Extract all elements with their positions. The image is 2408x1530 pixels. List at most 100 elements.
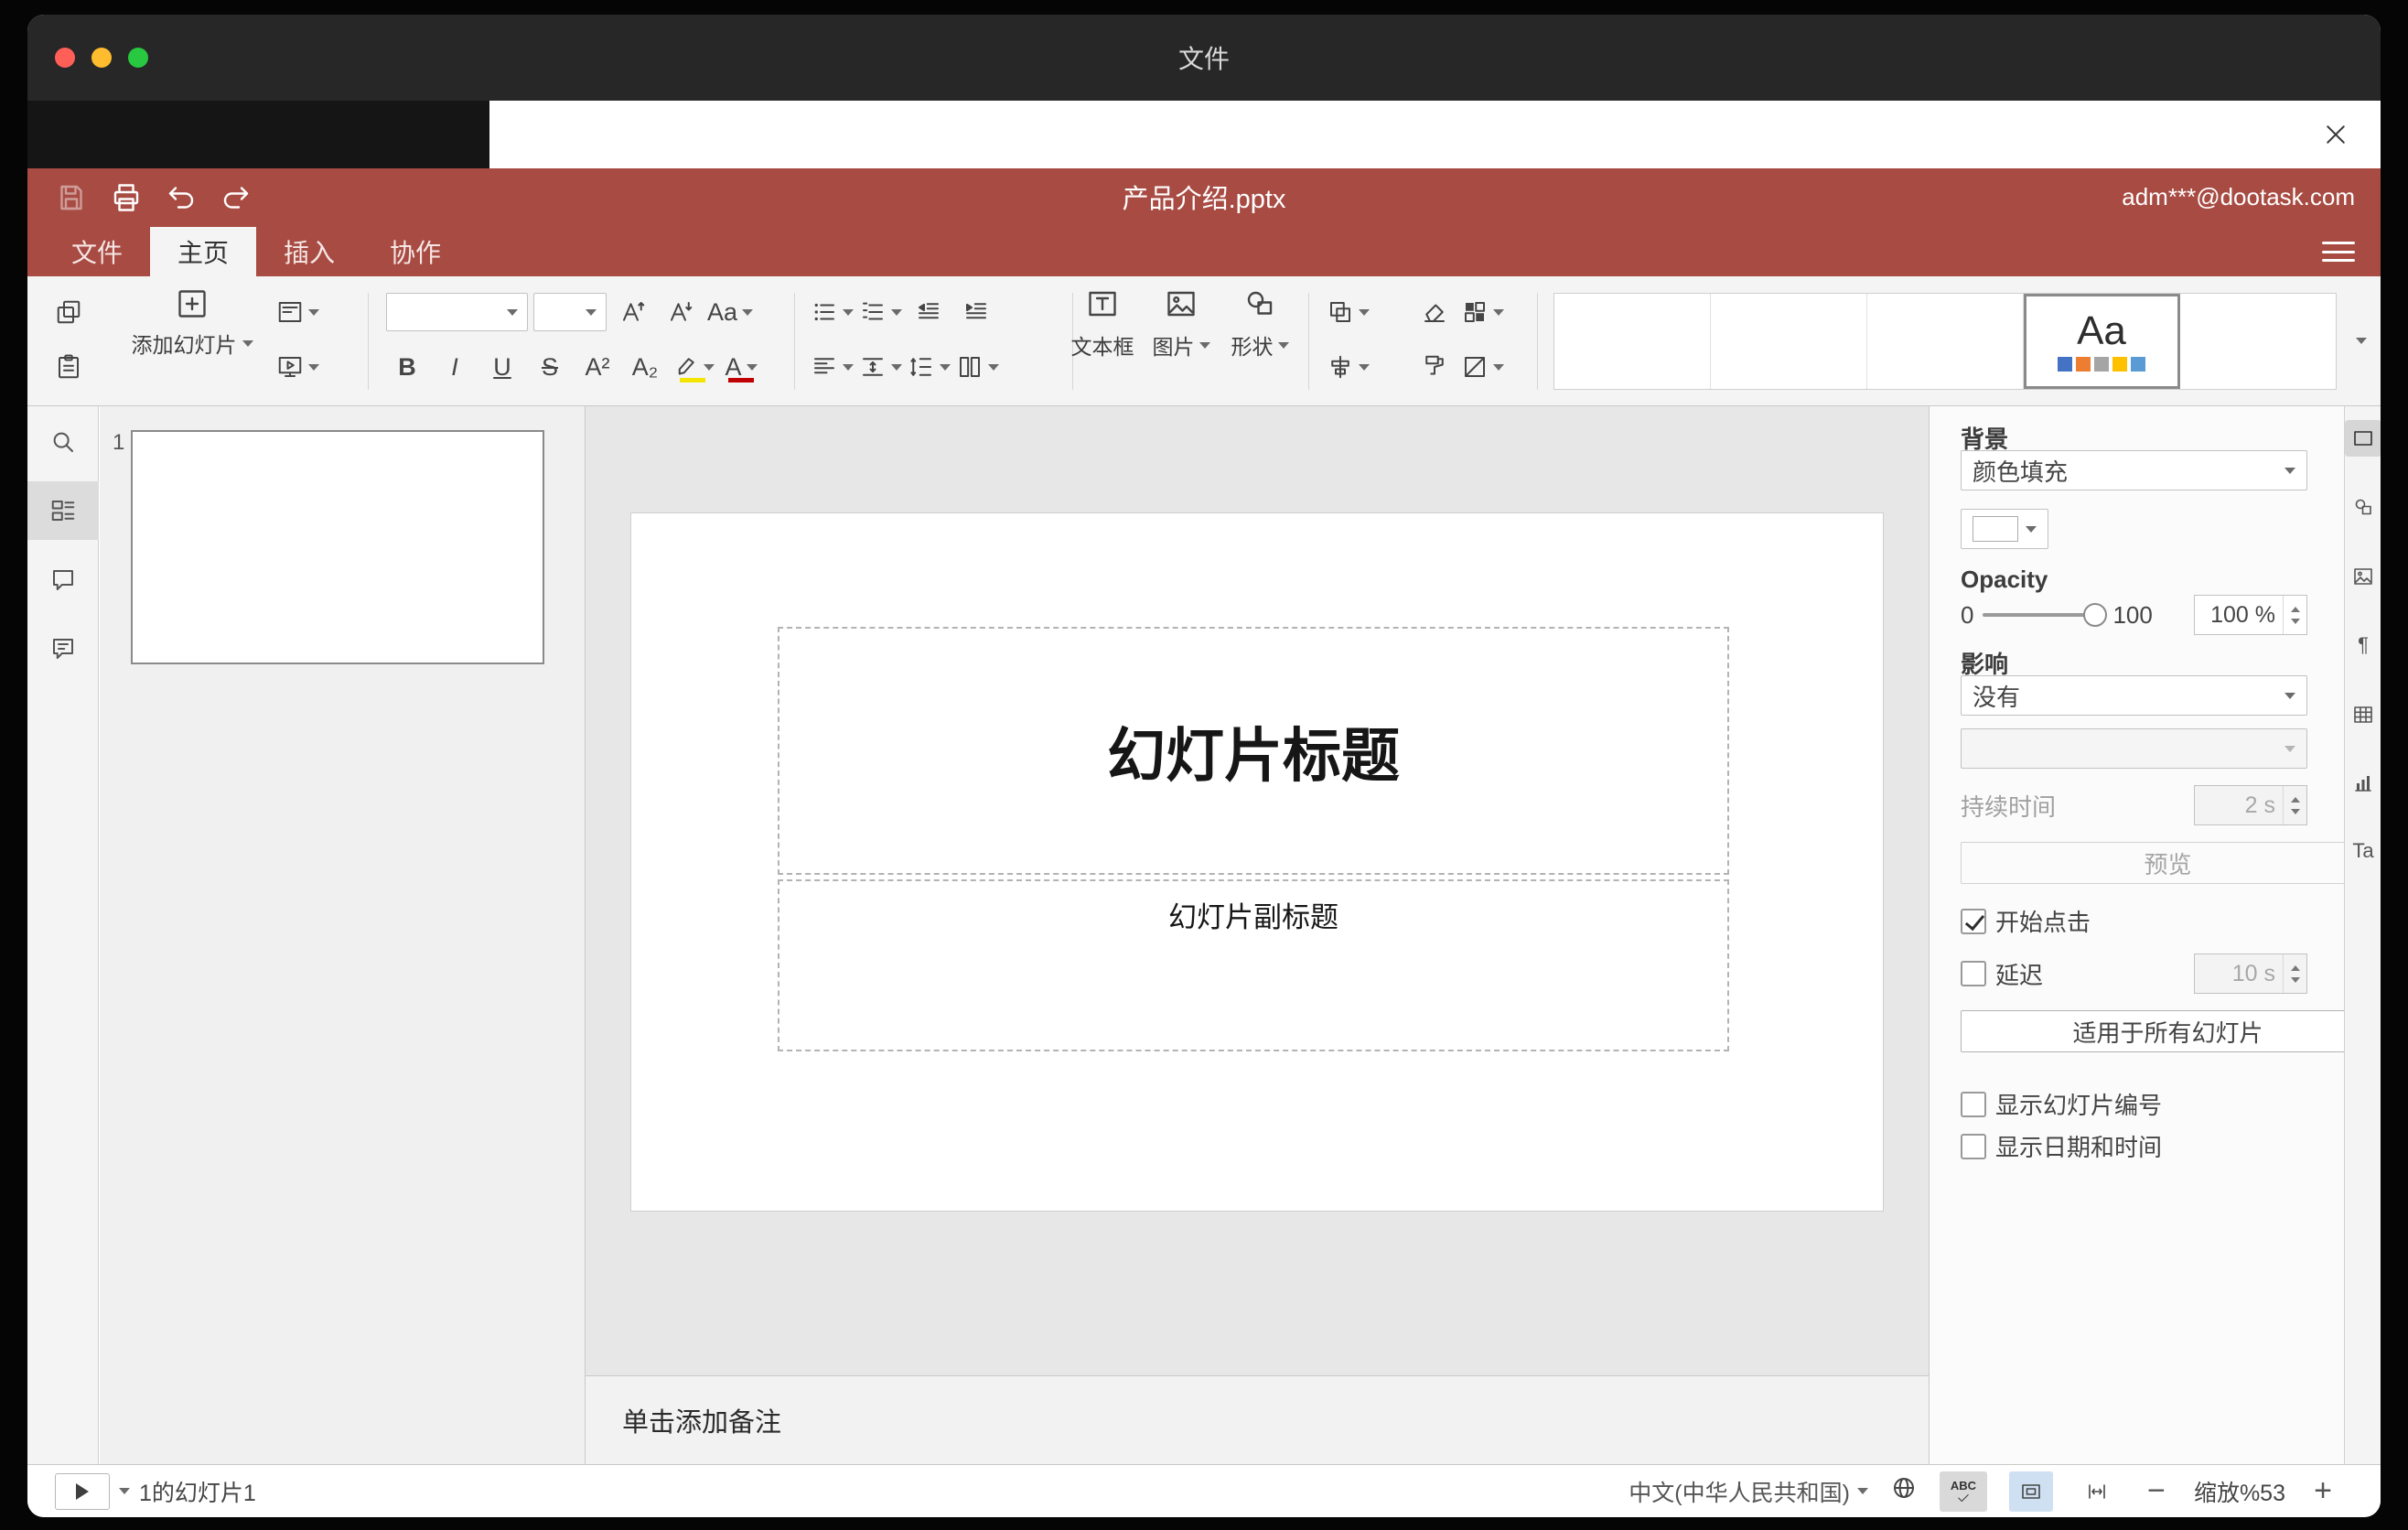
close-icon	[2327, 125, 2345, 144]
slide-number-label: 1	[113, 430, 125, 455]
insert-shape-button[interactable]: 形状	[1220, 287, 1299, 361]
show-slide-number-label: 显示幻灯片编号	[1995, 1092, 2163, 1119]
slide-settings-tab[interactable]	[2345, 420, 2381, 457]
add-slide-button[interactable]: 添加幻灯片	[114, 287, 270, 359]
select-fill-button[interactable]	[1461, 346, 1504, 388]
apply-to-all-slides-button[interactable]: 适用于所有幻灯片	[1961, 1010, 2375, 1052]
spinner-arrows[interactable]	[2283, 954, 2306, 993]
textbox-label: 文本框	[1070, 335, 1134, 359]
theme-option-1[interactable]	[1554, 294, 1711, 389]
paragraph-settings-icon: ¶	[2358, 633, 2369, 656]
align-shapes-button[interactable]	[1327, 346, 1370, 388]
menu-button[interactable]	[2322, 238, 2355, 265]
superscript-button[interactable]: A²	[576, 346, 618, 388]
bullet-list-button[interactable]	[811, 291, 854, 333]
slides-panel-button[interactable]	[27, 481, 99, 540]
delay-spinner[interactable]: 10 s	[2194, 954, 2307, 994]
paste-button[interactable]	[48, 346, 90, 388]
duration-spinner[interactable]: 2 s	[2194, 785, 2307, 825]
fit-to-width-button[interactable]	[2075, 1471, 2119, 1512]
notes-area[interactable]: 单击添加备注	[586, 1375, 1929, 1464]
opacity-slider[interactable]	[1983, 603, 2108, 627]
font-name-combo[interactable]	[386, 293, 528, 331]
increase-font-size-button[interactable]	[612, 291, 654, 333]
theme-option-2[interactable]	[1711, 294, 1867, 389]
start-slideshow-button[interactable]	[276, 346, 319, 388]
document-language-button[interactable]	[1890, 1474, 1918, 1508]
show-date-time-checkbox[interactable]	[1961, 1133, 1986, 1159]
tab-home[interactable]: 主页	[150, 227, 257, 276]
chart-settings-tab[interactable]	[2345, 765, 2381, 802]
change-case-button[interactable]: Aa	[707, 291, 754, 333]
add-slide-icon	[178, 290, 206, 318]
theme-gallery-expand-button[interactable]	[2346, 322, 2377, 359]
highlight-color-button[interactable]	[672, 346, 715, 388]
copy-button[interactable]	[48, 291, 90, 333]
theme-option-3[interactable]	[1867, 294, 2024, 389]
line-spacing-button[interactable]	[908, 346, 951, 388]
slide[interactable]: 幻灯片标题 幻灯片副标题	[631, 513, 1883, 1211]
numbered-list-button[interactable]	[859, 291, 902, 333]
zoom-out-button[interactable]: −	[2141, 1473, 2172, 1509]
transition-effect-select[interactable]: 没有	[1961, 675, 2307, 716]
insert-textbox-button[interactable]: 文本框	[1063, 287, 1142, 361]
transition-option-select[interactable]	[1961, 728, 2307, 769]
background-color-select[interactable]	[1961, 509, 2048, 549]
chevron-down-icon[interactable]	[119, 1488, 130, 1494]
slide-title-placeholder[interactable]: 幻灯片标题	[778, 627, 1729, 875]
arrange-button[interactable]	[1327, 291, 1370, 333]
fit-to-slide-button[interactable]	[2008, 1471, 2053, 1512]
shape-settings-tab[interactable]	[2345, 489, 2381, 525]
tab-collaboration[interactable]: 协作	[362, 227, 468, 276]
comments-button[interactable]	[27, 551, 99, 609]
spinner-arrows[interactable]	[2283, 596, 2306, 634]
slide-subtitle-placeholder[interactable]: 幻灯片副标题	[778, 879, 1729, 1051]
underline-button[interactable]: U	[481, 346, 523, 388]
color-scheme-button[interactable]	[1461, 291, 1504, 333]
theme-option-5[interactable]	[2180, 294, 2336, 389]
columns-button[interactable]	[956, 346, 999, 388]
language-selector[interactable]: 中文(中华人民共和国)	[1629, 1475, 1868, 1508]
font-size-combo[interactable]	[533, 293, 607, 331]
image-settings-tab[interactable]	[2345, 558, 2381, 595]
show-slide-number-checkbox[interactable]	[1961, 1091, 1986, 1117]
strikethrough-button[interactable]: S	[529, 346, 571, 388]
zoom-in-button[interactable]: +	[2307, 1473, 2338, 1509]
theme-option-selected[interactable]: Aa	[2024, 294, 2180, 389]
bold-button[interactable]: B	[386, 346, 428, 388]
increase-indent-button[interactable]	[955, 291, 997, 333]
dialog-close-button[interactable]	[2315, 113, 2357, 156]
chevron-down-icon	[1359, 363, 1370, 371]
tab-insert[interactable]: 插入	[256, 227, 362, 276]
opacity-spinner[interactable]: 100 %	[2194, 595, 2307, 635]
slider-handle[interactable]	[2083, 603, 2108, 627]
background-fill-select[interactable]: 颜色填充	[1961, 450, 2307, 490]
chevron-down-icon	[1493, 363, 1504, 371]
subscript-button[interactable]: A₂	[624, 346, 666, 388]
spinner-arrows[interactable]	[2283, 786, 2306, 824]
paragraph-settings-tab[interactable]: ¶	[2345, 627, 2381, 663]
table-settings-tab[interactable]	[2345, 696, 2381, 733]
textart-settings-tab[interactable]: Ta	[2345, 833, 2381, 869]
tab-file[interactable]: 文件	[44, 227, 150, 276]
spellcheck-button[interactable]: ABC	[1939, 1471, 1987, 1512]
start-slideshow-statusbar-button[interactable]	[55, 1472, 110, 1510]
feedback-button[interactable]	[27, 620, 99, 678]
decrease-indent-button[interactable]	[908, 291, 950, 333]
copy-style-button[interactable]	[1414, 346, 1456, 388]
font-color-button[interactable]: A	[720, 346, 762, 388]
chevron-down-icon	[891, 363, 902, 371]
toolbar-separator	[1308, 293, 1309, 390]
search-button[interactable]	[27, 413, 99, 471]
delay-checkbox[interactable]	[1961, 961, 1986, 986]
preview-button[interactable]: 预览	[1961, 842, 2375, 884]
clear-style-button[interactable]	[1414, 291, 1456, 333]
start-on-click-checkbox[interactable]	[1961, 908, 1986, 934]
slide-thumbnail[interactable]	[131, 430, 544, 664]
slide-layout-button[interactable]	[276, 291, 319, 333]
horizontal-align-button[interactable]	[811, 346, 854, 388]
vertical-align-button[interactable]	[859, 346, 902, 388]
italic-button[interactable]: I	[434, 346, 476, 388]
insert-image-button[interactable]: 图片	[1142, 287, 1220, 361]
decrease-font-size-button[interactable]	[660, 291, 702, 333]
